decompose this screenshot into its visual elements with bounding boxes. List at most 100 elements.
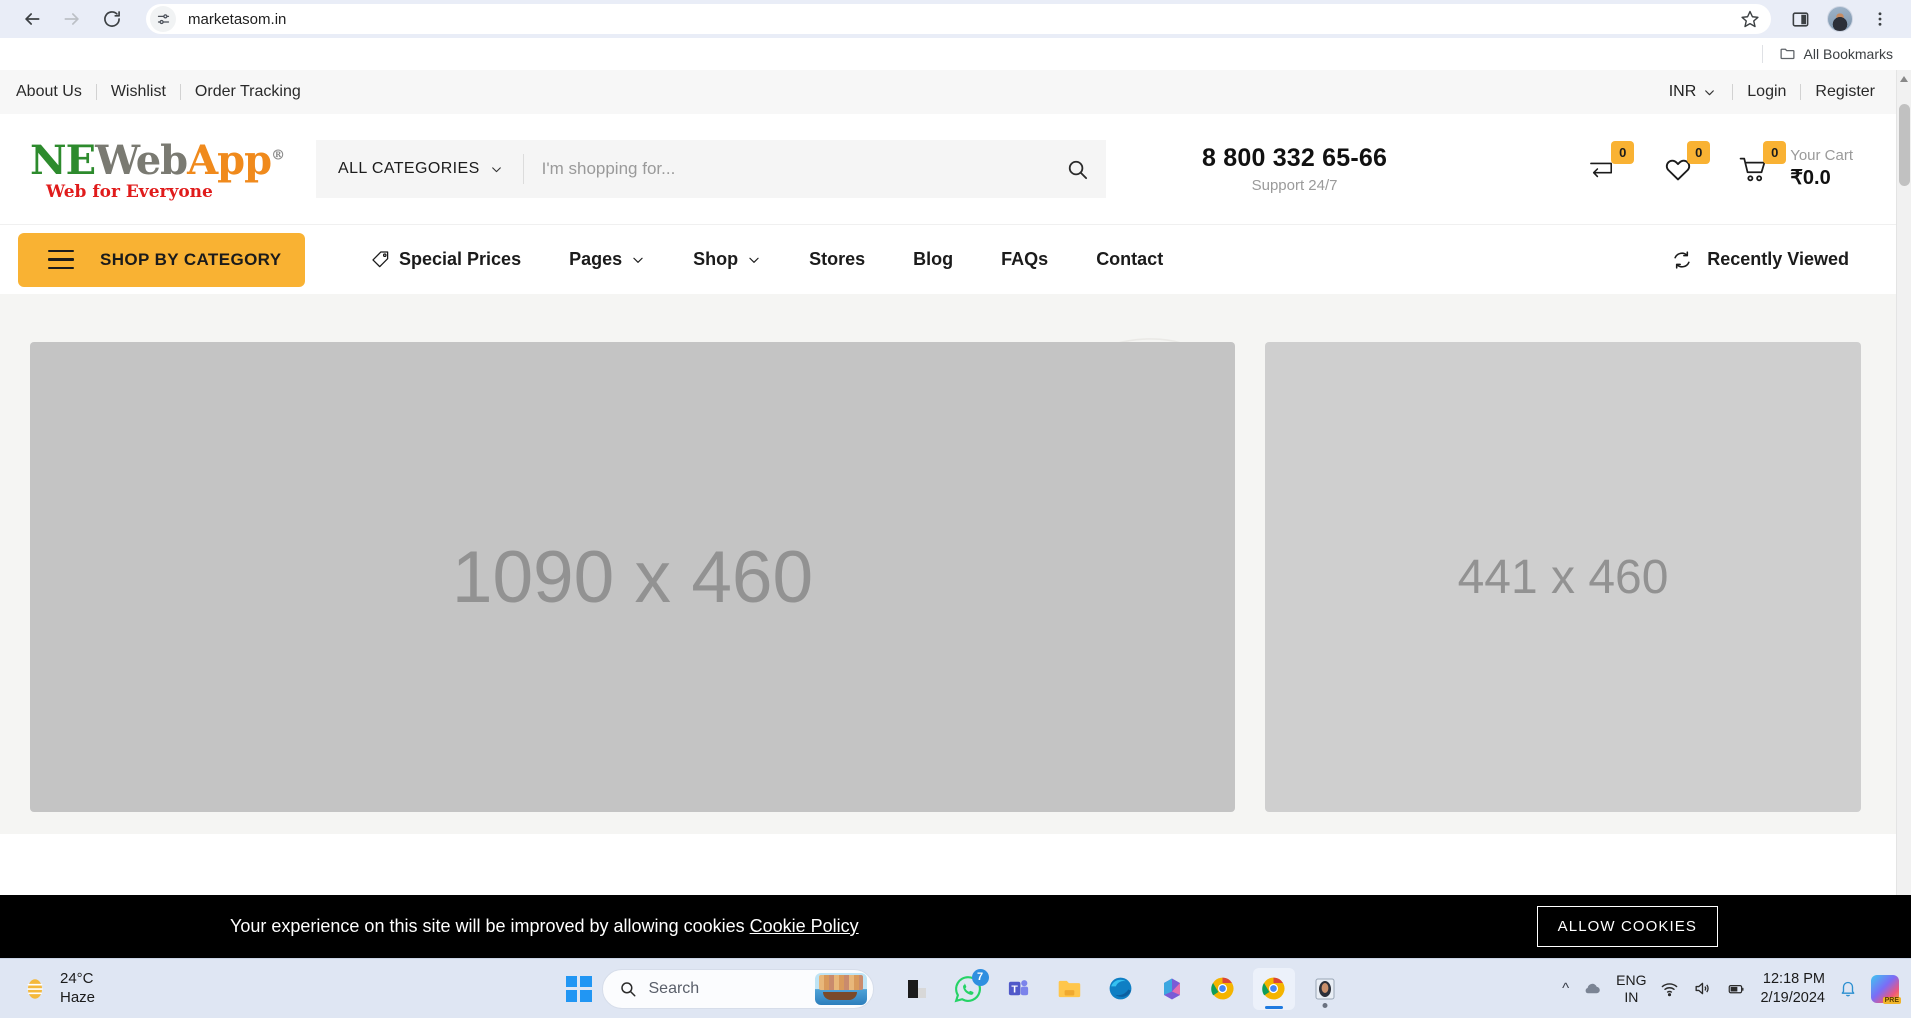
bookmark-button[interactable] <box>1735 4 1765 34</box>
nav-item-shop[interactable]: Shop <box>669 249 785 270</box>
browser-menu-button[interactable] <box>1863 2 1897 36</box>
logo-part-web: Web <box>95 137 188 184</box>
nav-label: Blog <box>913 249 954 269</box>
reload-button[interactable] <box>94 1 130 37</box>
hamburger-menu-icon <box>48 244 74 276</box>
register-link[interactable]: Register <box>1801 83 1889 101</box>
language-indicator[interactable]: ENG IN <box>1616 972 1646 1004</box>
phone-number[interactable]: 8 800 332 65-66 <box>1202 144 1387 173</box>
site-logo[interactable]: NEWebApp® Web for Everyone <box>16 137 285 203</box>
scroll-up-arrow[interactable] <box>1900 76 1908 82</box>
wifi-icon[interactable] <box>1660 979 1679 998</box>
recently-viewed-label: Recently Viewed <box>1707 249 1849 269</box>
search-input[interactable] <box>523 159 1048 179</box>
scrollbar-thumb[interactable] <box>1899 104 1910 186</box>
nav-label: FAQs <box>1001 249 1049 269</box>
wishlist-count-badge: 0 <box>1687 141 1711 164</box>
weather-condition: Haze <box>60 988 96 1006</box>
hero-side-banner[interactable]: 441 x 460 <box>1265 342 1861 812</box>
logo-wordmark: NEWebApp® <box>30 141 285 181</box>
topbar-links: About Us Wishlist Order Tracking <box>16 83 315 101</box>
search-icon <box>1068 160 1087 179</box>
taskbar-app-microsoft-365[interactable] <box>1151 968 1193 1010</box>
speaker-icon[interactable] <box>1693 979 1712 998</box>
taskbar-search-box[interactable]: Search <box>601 968 874 1009</box>
bell-icon[interactable] <box>1839 979 1857 998</box>
taskbar-app-teams[interactable]: T <box>998 968 1040 1010</box>
windows-taskbar: 24°C Haze Search 7 T ^ ENG IN 12:18 PM 2… <box>0 958 1911 1018</box>
allow-cookies-button[interactable]: ALLOW COOKIES <box>1536 906 1718 947</box>
split-screen-icon <box>1792 11 1808 27</box>
registered-mark: ® <box>271 147 285 164</box>
page-scrollbar[interactable] <box>1896 70 1911 958</box>
copilot-preview-badge: PRE <box>1882 996 1901 1004</box>
forward-button[interactable] <box>54 1 90 37</box>
taskbar-app-file-explorer[interactable] <box>1049 968 1091 1010</box>
weather-haze-icon <box>27 978 43 999</box>
site-settings-icon <box>157 13 169 24</box>
taskbar-app-edge[interactable] <box>1100 968 1142 1010</box>
show-hidden-icons-chevron[interactable]: ^ <box>1562 980 1569 997</box>
cookie-message-text: Your experience on this site will be imp… <box>230 916 750 936</box>
profile-button[interactable] <box>1823 2 1857 36</box>
search-icon <box>620 981 635 996</box>
nav-label: Contact <box>1096 249 1164 269</box>
start-tile <box>580 990 592 1002</box>
login-link[interactable]: Login <box>1733 83 1800 101</box>
taskbar-app-file-explorer-dark[interactable] <box>896 968 938 1010</box>
copilot-icon[interactable]: PRE <box>1871 974 1901 1004</box>
currency-label: INR <box>1668 83 1697 100</box>
file-explorer-dark-icon <box>907 979 926 998</box>
onedrive-cloud-icon[interactable] <box>1583 979 1602 998</box>
taskbar-app-chrome-active[interactable] <box>1252 967 1295 1010</box>
nav-item-stores[interactable]: Stores <box>785 249 889 270</box>
battery-icon[interactable] <box>1726 980 1746 998</box>
nav-item-special-prices[interactable]: Special Prices <box>347 249 545 270</box>
weather-widget[interactable]: 24°C Haze <box>0 970 95 1008</box>
recently-viewed-button[interactable]: Recently Viewed <box>1671 249 1893 271</box>
search-bar: ALL CATEGORIES <box>316 140 1106 198</box>
reload-icon <box>104 11 120 27</box>
logo-part-app: App <box>187 137 272 184</box>
language-line1: ENG <box>1616 972 1647 989</box>
clock[interactable]: 12:18 PM 2/19/2024 <box>1760 970 1825 1008</box>
taskbar-app-whatsapp[interactable]: 7 <box>947 968 989 1010</box>
link-about-us[interactable]: About Us <box>16 83 96 101</box>
link-wishlist[interactable]: Wishlist <box>97 83 180 101</box>
cart-summary: Your Cart ₹0.0 <box>1790 147 1853 191</box>
nav-item-faqs[interactable]: FAQs <box>977 249 1072 270</box>
split-screen-button[interactable] <box>1783 2 1817 36</box>
refresh-cycle-icon <box>1674 250 1690 269</box>
page-viewport: About Us Wishlist Order Tracking INR Log… <box>0 70 1911 958</box>
profile-avatar <box>1827 6 1853 32</box>
taskbar-app-chrome[interactable] <box>1202 968 1244 1010</box>
taskbar-apps: 7 T <box>896 967 1346 1010</box>
compare-button[interactable]: 0 <box>1582 141 1635 187</box>
currency-selector[interactable]: INR <box>1659 83 1733 101</box>
taskbar-app-photos[interactable] <box>1304 968 1346 1010</box>
nav-item-contact[interactable]: Contact <box>1072 249 1187 270</box>
cookie-message: Your experience on this site will be imp… <box>230 916 859 937</box>
category-dropdown[interactable]: ALL CATEGORIES <box>316 160 523 178</box>
hero-main-banner[interactable]: 1090 x 460 <box>30 342 1235 812</box>
nav-item-pages[interactable]: Pages <box>545 249 669 270</box>
clock-date: 2/19/2024 <box>1760 989 1825 1006</box>
venice-boats-thumbnail[interactable] <box>814 972 867 1005</box>
wishlist-button[interactable]: 0 <box>1658 141 1711 187</box>
forward-arrow-icon <box>64 13 79 25</box>
site-settings-button[interactable] <box>150 6 176 32</box>
cart-label: Your Cart <box>1790 147 1853 164</box>
shop-by-category-button[interactable]: SHOP BY CATEGORY <box>18 232 305 287</box>
windows-start-button[interactable] <box>565 975 592 1002</box>
microsoft-365-icon <box>1163 978 1180 999</box>
cart-button[interactable]: 0 <box>1734 141 1787 187</box>
all-bookmarks-label[interactable]: All Bookmarks <box>1804 46 1893 62</box>
file-explorer-icon <box>1058 980 1080 997</box>
cookie-policy-link[interactable]: Cookie Policy <box>750 916 859 936</box>
nav-item-blog[interactable]: Blog <box>889 249 977 270</box>
link-order-tracking[interactable]: Order Tracking <box>181 83 315 101</box>
back-button[interactable] <box>14 1 50 37</box>
address-bar[interactable]: marketasom.in <box>146 4 1771 34</box>
search-submit-button[interactable] <box>1048 140 1106 198</box>
cart-area[interactable]: 0 Your Cart ₹0.0 <box>1734 141 1853 191</box>
